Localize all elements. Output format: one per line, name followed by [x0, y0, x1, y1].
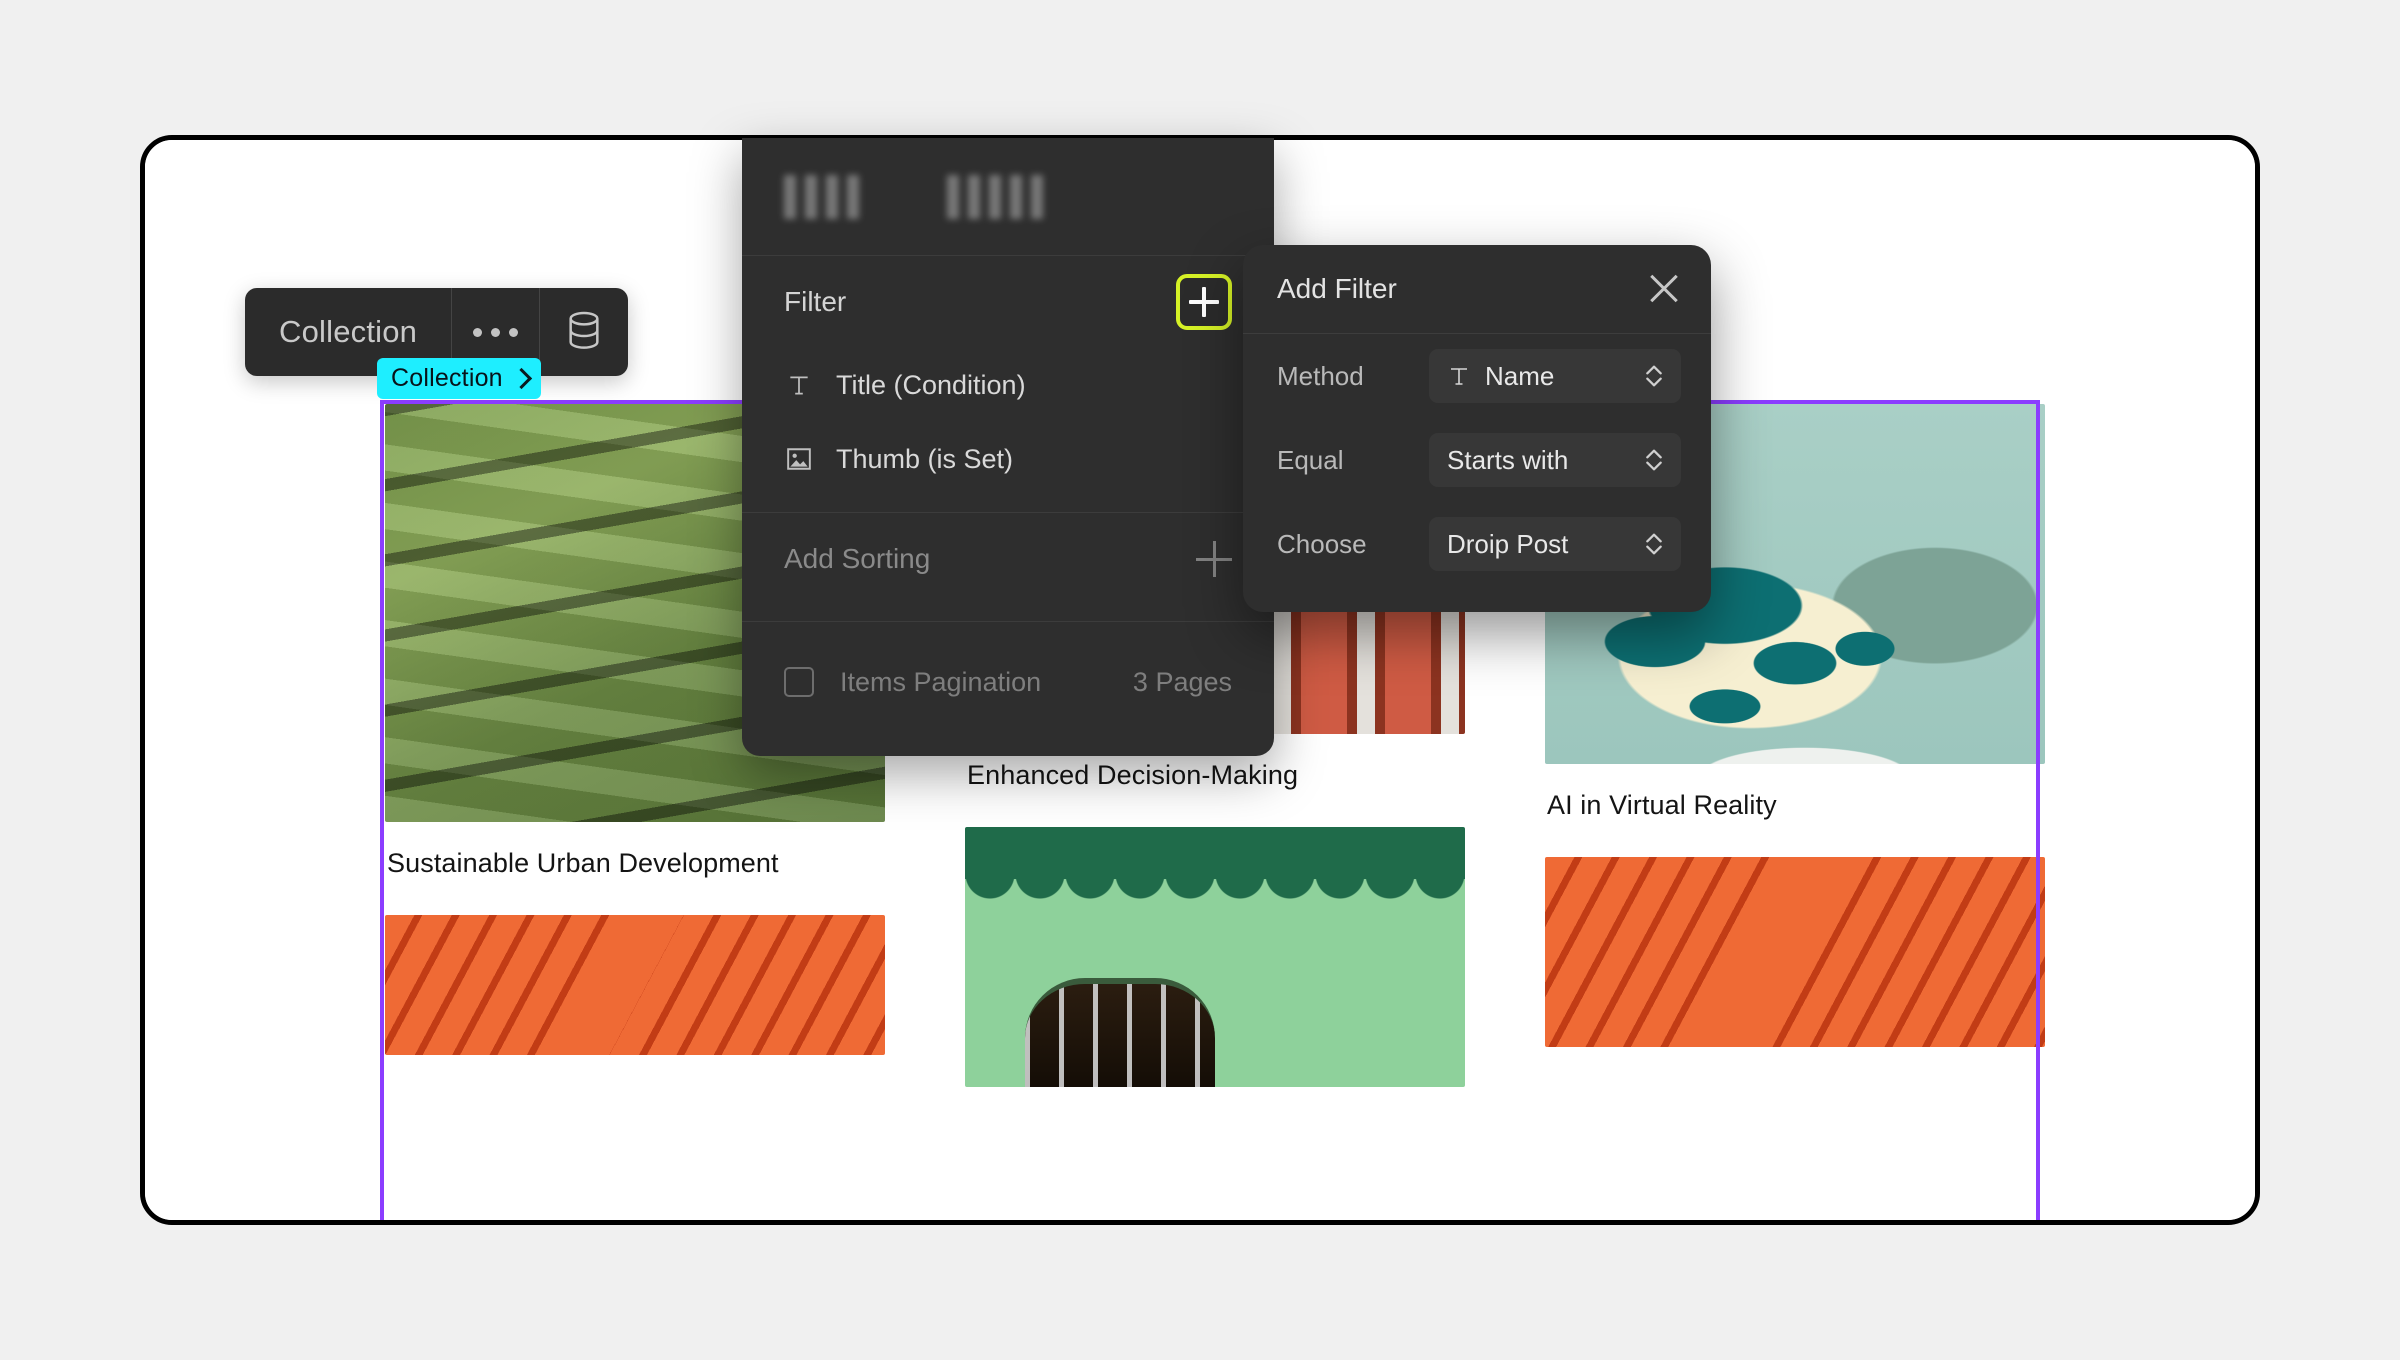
card-title: AI in Virtual Reality [1547, 790, 1777, 820]
choose-value: Droip Post [1447, 528, 1569, 559]
add-sorting-button[interactable] [1196, 541, 1232, 577]
collection-card[interactable] [1545, 857, 2045, 1047]
items-pagination-count: 3 Pages [1132, 666, 1232, 697]
toolbar-database-button[interactable] [540, 288, 628, 376]
stepper-icon[interactable] [1643, 528, 1665, 560]
filter-panel[interactable]: Filter Title (Condition) Thumb (is Set) … [742, 138, 1274, 756]
collection-card[interactable] [965, 827, 1465, 1087]
panel-blurred-header [742, 138, 1274, 256]
stepper-icon[interactable] [1643, 360, 1665, 392]
panel-divider [742, 621, 1274, 622]
filter-item-label: Title (Condition) [836, 369, 1026, 400]
equal-value: Starts with [1447, 444, 1569, 475]
method-label: Method [1277, 360, 1364, 391]
filter-section: Filter Title (Condition) Thumb (is Set) [742, 256, 1274, 496]
add-filter-button[interactable] [1176, 274, 1232, 330]
dialog-row-choose: Choose Droip Post [1243, 502, 1711, 586]
method-value: Name [1485, 360, 1555, 391]
sorting-section-header: Add Sorting [784, 513, 1232, 605]
text-type-icon [784, 372, 814, 398]
card-thumbnail-green-wall-door[interactable] [965, 827, 1465, 1087]
choose-select[interactable]: Droip Post [1429, 517, 1681, 571]
stepper-icon[interactable] [1643, 444, 1665, 476]
chevron-right-icon[interactable] [510, 367, 532, 390]
method-select[interactable]: Name [1429, 349, 1681, 403]
dialog-row-equal: Equal Starts with [1243, 418, 1711, 502]
card-thumbnail-orange-roof-beams[interactable] [1545, 857, 2045, 1047]
add-filter-dialog[interactable]: Add Filter Method Name Equal Starts with [1243, 245, 1711, 612]
sorting-section-label: Add Sorting [784, 543, 931, 574]
dialog-row-method: Method Name [1243, 334, 1711, 418]
card-title: Sustainable Urban Development [387, 848, 779, 878]
ellipsis-icon [473, 327, 519, 337]
image-type-icon [784, 447, 814, 471]
blurred-text-placeholder [947, 174, 1043, 219]
close-icon[interactable] [1647, 272, 1681, 306]
door-detail [1025, 977, 1215, 1087]
filter-item-thumb[interactable]: Thumb (is Set) [784, 422, 1232, 496]
items-pagination-checkbox[interactable] [784, 667, 814, 697]
selection-badge[interactable]: Collection [377, 358, 541, 399]
filter-section-header: Filter [784, 256, 1232, 348]
sorting-section: Add Sorting [742, 513, 1274, 605]
database-icon [564, 310, 604, 354]
filter-item-label: Thumb (is Set) [836, 443, 1014, 474]
dialog-header: Add Filter [1243, 245, 1711, 334]
items-pagination-label: Items Pagination [840, 666, 1042, 697]
filter-item-title[interactable]: Title (Condition) [784, 348, 1232, 422]
selection-badge-label: Collection [391, 364, 503, 392]
items-pagination-row[interactable]: Items Pagination 3 Pages [742, 634, 1274, 730]
equal-label: Equal [1277, 444, 1344, 475]
filter-section-label: Filter [784, 286, 847, 317]
equal-select[interactable]: Starts with [1429, 433, 1681, 487]
choose-label: Choose [1277, 528, 1367, 559]
text-type-icon [1447, 364, 1471, 388]
dialog-title: Add Filter [1277, 273, 1397, 304]
blurred-text-placeholder [784, 174, 859, 219]
card-thumbnail-orange-roof-beams[interactable] [385, 915, 885, 1055]
collection-card[interactable] [385, 915, 885, 1055]
